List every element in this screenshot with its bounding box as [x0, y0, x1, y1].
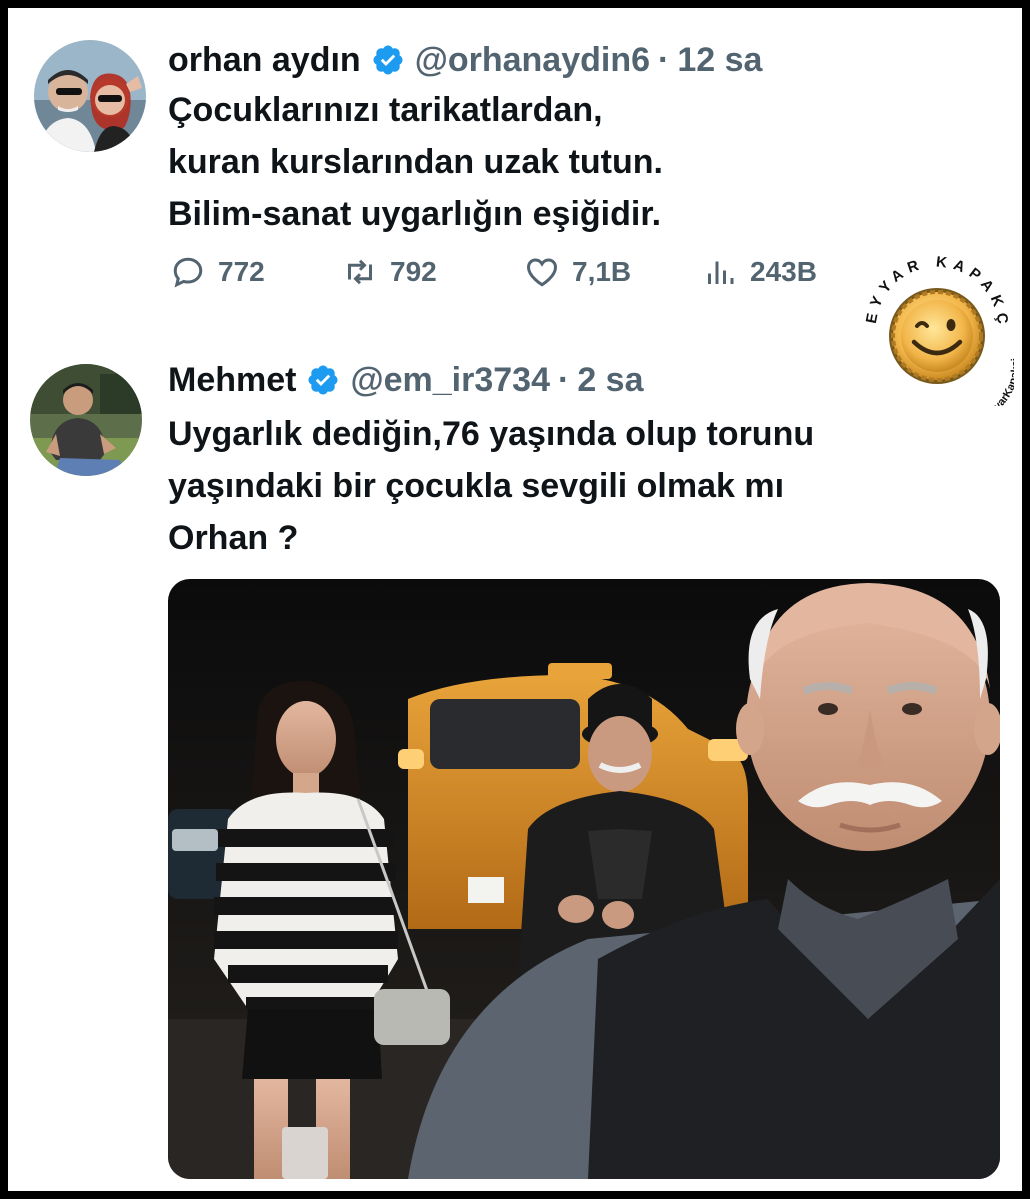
tweet2-handle[interactable]: @em_ir3734: [350, 360, 550, 400]
retweet-count: 792: [390, 256, 437, 287]
tweet1-handle[interactable]: @orhanaydin6: [415, 40, 650, 80]
retweet-button[interactable]: 792: [342, 254, 437, 290]
views-count: 243B: [750, 256, 817, 287]
retweet-icon: [348, 259, 372, 285]
mehmet-avatar[interactable]: [30, 364, 142, 476]
tweet2-text: Uygarlık dediğin,76 yaşında olup torunu …: [168, 415, 815, 557]
tweet1-separator: ·: [658, 41, 670, 79]
tweet1-header: orhan aydın @orhanaydin6 · 12 sa: [168, 40, 762, 80]
tweet1-actions: 772 792 7,1B 243B: [170, 254, 870, 294]
like-icon: [526, 258, 558, 287]
tweet2-author-name[interactable]: Mehmet: [168, 360, 296, 400]
reply-count: 772: [218, 256, 265, 287]
tweet2-header: Mehmet @em_ir3734 · 2 sa: [168, 360, 644, 400]
views-button[interactable]: 243B: [702, 254, 817, 290]
verified-badge-icon: [373, 45, 403, 75]
tweet2-media-photo[interactable]: [168, 579, 1000, 1179]
tweet1-timestamp[interactable]: 12 sa: [677, 40, 762, 80]
tweet2-separator: ·: [558, 361, 570, 399]
views-icon: [708, 261, 734, 284]
tweet1-text: Çocuklarınızı tarikatlardan, kuran kursl…: [168, 91, 663, 233]
orhan-avatar[interactable]: [34, 40, 146, 152]
tweet1-author-name[interactable]: orhan aydın: [168, 40, 361, 80]
like-count: 7,1B: [572, 256, 632, 287]
reply-icon: [173, 257, 203, 288]
seyyar-kapakci-watermark: SEYYAR KAPAKÇI twitter.com/SeyyarKapakci: [852, 233, 1022, 429]
reply-button[interactable]: 772: [170, 254, 265, 290]
verified-badge-icon: [308, 365, 338, 395]
tweet2-timestamp[interactable]: 2 sa: [577, 360, 643, 400]
like-button[interactable]: 7,1B: [524, 254, 631, 290]
screenshot-frame: orhan aydın @orhanaydin6 · 12 sa Çocukla…: [8, 8, 1022, 1191]
